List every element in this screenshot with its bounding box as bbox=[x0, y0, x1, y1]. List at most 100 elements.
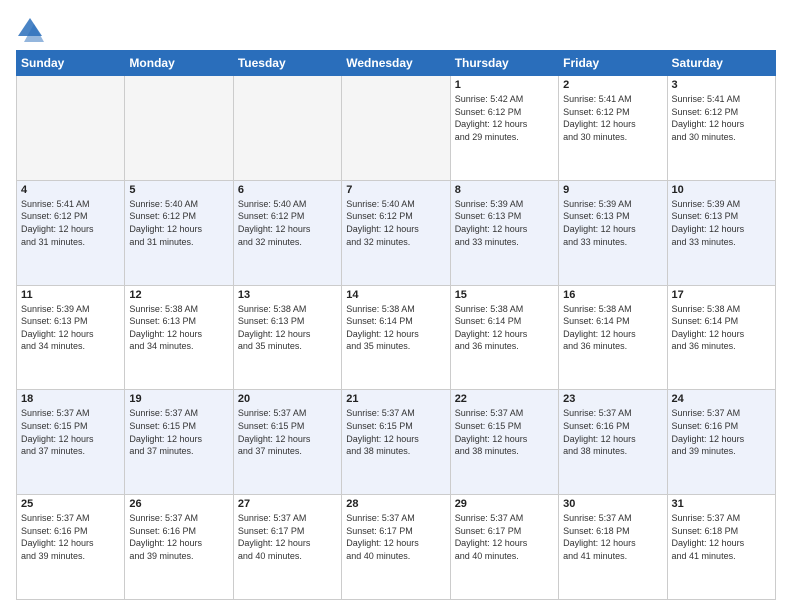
day-number: 27 bbox=[238, 498, 337, 510]
day-number: 28 bbox=[346, 498, 445, 510]
day-info: Sunrise: 5:42 AM Sunset: 6:12 PM Dayligh… bbox=[455, 93, 554, 143]
page: SundayMondayTuesdayWednesdayThursdayFrid… bbox=[0, 0, 792, 612]
calendar-cell: 21Sunrise: 5:37 AM Sunset: 6:15 PM Dayli… bbox=[342, 390, 450, 495]
day-number: 4 bbox=[21, 184, 120, 196]
logo-icon bbox=[16, 16, 44, 44]
calendar-body: 1 Sunrise: 5:42 AM Sunset: 6:12 PM Daylig… bbox=[17, 76, 776, 600]
day-info: Sunrise: 5:37 AM Sunset: 6:16 PM Dayligh… bbox=[563, 407, 662, 457]
day-number: 25 bbox=[21, 498, 120, 510]
day-number: 3 bbox=[672, 79, 771, 91]
calendar-cell: 2 Sunrise: 5:41 AM Sunset: 6:12 PM Daylig… bbox=[559, 76, 667, 181]
day-info: Sunrise: 5:37 AM Sunset: 6:15 PM Dayligh… bbox=[21, 407, 120, 457]
calendar-week-2: 4 Sunrise: 5:41 AM Sunset: 6:12 PM Daylig… bbox=[17, 180, 776, 285]
day-number: 2 bbox=[563, 79, 662, 91]
calendar-cell: 22Sunrise: 5:37 AM Sunset: 6:15 PM Dayli… bbox=[450, 390, 558, 495]
day-number: 19 bbox=[129, 393, 228, 405]
header-day-tuesday: Tuesday bbox=[233, 51, 341, 76]
header-day-friday: Friday bbox=[559, 51, 667, 76]
calendar-cell: 1 Sunrise: 5:42 AM Sunset: 6:12 PM Daylig… bbox=[450, 76, 558, 181]
day-number: 10 bbox=[672, 184, 771, 196]
calendar-cell: 6 Sunrise: 5:40 AM Sunset: 6:12 PM Daylig… bbox=[233, 180, 341, 285]
day-info: Sunrise: 5:37 AM Sunset: 6:17 PM Dayligh… bbox=[238, 512, 337, 562]
calendar-cell: 23 Sunrise: 5:37 AM Sunset: 6:16 PM Dayli… bbox=[559, 390, 667, 495]
day-info: Sunrise: 5:39 AM Sunset: 6:13 PM Dayligh… bbox=[672, 198, 771, 248]
calendar-cell: 17 Sunrise: 5:38 AM Sunset: 6:14 PM Dayli… bbox=[667, 285, 775, 390]
day-info: Sunrise: 5:38 AM Sunset: 6:14 PM Dayligh… bbox=[346, 303, 445, 353]
day-number: 7 bbox=[346, 184, 445, 196]
day-info: Sunrise: 5:37 AM Sunset: 6:17 PM Dayligh… bbox=[455, 512, 554, 562]
day-info: Sunrise: 5:40 AM Sunset: 6:12 PM Dayligh… bbox=[129, 198, 228, 248]
calendar-cell: 24 Sunrise: 5:37 AM Sunset: 6:16 PM Dayli… bbox=[667, 390, 775, 495]
day-info: Sunrise: 5:37 AM Sunset: 6:16 PM Dayligh… bbox=[129, 512, 228, 562]
calendar-cell: 11Sunrise: 5:39 AM Sunset: 6:13 PM Dayli… bbox=[17, 285, 125, 390]
day-info: Sunrise: 5:37 AM Sunset: 6:17 PM Dayligh… bbox=[346, 512, 445, 562]
day-info: Sunrise: 5:38 AM Sunset: 6:14 PM Dayligh… bbox=[563, 303, 662, 353]
day-number: 18 bbox=[21, 393, 120, 405]
day-number: 21 bbox=[346, 393, 445, 405]
calendar-cell: 5 Sunrise: 5:40 AM Sunset: 6:12 PM Daylig… bbox=[125, 180, 233, 285]
day-info: Sunrise: 5:38 AM Sunset: 6:14 PM Dayligh… bbox=[672, 303, 771, 353]
calendar-cell: 30 Sunrise: 5:37 AM Sunset: 6:18 PM Dayli… bbox=[559, 495, 667, 600]
day-info: Sunrise: 5:39 AM Sunset: 6:13 PM Dayligh… bbox=[563, 198, 662, 248]
day-number: 23 bbox=[563, 393, 662, 405]
calendar-week-4: 18 Sunrise: 5:37 AM Sunset: 6:15 PM Dayli… bbox=[17, 390, 776, 495]
day-info: Sunrise: 5:37 AM Sunset: 6:15 PM Dayligh… bbox=[129, 407, 228, 457]
calendar-cell: 29Sunrise: 5:37 AM Sunset: 6:17 PM Dayli… bbox=[450, 495, 558, 600]
header-day-wednesday: Wednesday bbox=[342, 51, 450, 76]
calendar-cell bbox=[342, 76, 450, 181]
day-number: 9 bbox=[563, 184, 662, 196]
calendar-cell: 19 Sunrise: 5:37 AM Sunset: 6:15 PM Dayli… bbox=[125, 390, 233, 495]
day-number: 31 bbox=[672, 498, 771, 510]
calendar-cell: 25 Sunrise: 5:37 AM Sunset: 6:16 PM Dayli… bbox=[17, 495, 125, 600]
day-info: Sunrise: 5:40 AM Sunset: 6:12 PM Dayligh… bbox=[238, 198, 337, 248]
calendar-cell bbox=[125, 76, 233, 181]
calendar-cell: 15Sunrise: 5:38 AM Sunset: 6:14 PM Dayli… bbox=[450, 285, 558, 390]
day-number: 6 bbox=[238, 184, 337, 196]
day-number: 17 bbox=[672, 289, 771, 301]
day-info: Sunrise: 5:39 AM Sunset: 6:13 PM Dayligh… bbox=[455, 198, 554, 248]
calendar-cell: 10 Sunrise: 5:39 AM Sunset: 6:13 PM Dayli… bbox=[667, 180, 775, 285]
calendar-cell: 12 Sunrise: 5:38 AM Sunset: 6:13 PM Dayli… bbox=[125, 285, 233, 390]
day-info: Sunrise: 5:41 AM Sunset: 6:12 PM Dayligh… bbox=[672, 93, 771, 143]
day-number: 11 bbox=[21, 289, 120, 301]
day-info: Sunrise: 5:37 AM Sunset: 6:15 PM Dayligh… bbox=[455, 407, 554, 457]
calendar-cell: 3 Sunrise: 5:41 AM Sunset: 6:12 PM Daylig… bbox=[667, 76, 775, 181]
day-number: 16 bbox=[563, 289, 662, 301]
day-info: Sunrise: 5:41 AM Sunset: 6:12 PM Dayligh… bbox=[21, 198, 120, 248]
calendar-cell bbox=[17, 76, 125, 181]
day-number: 26 bbox=[129, 498, 228, 510]
day-number: 24 bbox=[672, 393, 771, 405]
day-number: 14 bbox=[346, 289, 445, 301]
day-info: Sunrise: 5:37 AM Sunset: 6:18 PM Dayligh… bbox=[563, 512, 662, 562]
day-number: 5 bbox=[129, 184, 228, 196]
calendar-week-5: 25 Sunrise: 5:37 AM Sunset: 6:16 PM Dayli… bbox=[17, 495, 776, 600]
day-info: Sunrise: 5:37 AM Sunset: 6:16 PM Dayligh… bbox=[21, 512, 120, 562]
day-number: 1 bbox=[455, 79, 554, 91]
day-info: Sunrise: 5:41 AM Sunset: 6:12 PM Dayligh… bbox=[563, 93, 662, 143]
calendar-cell: 26 Sunrise: 5:37 AM Sunset: 6:16 PM Dayli… bbox=[125, 495, 233, 600]
day-number: 30 bbox=[563, 498, 662, 510]
calendar-cell: 16 Sunrise: 5:38 AM Sunset: 6:14 PM Dayli… bbox=[559, 285, 667, 390]
header-row: SundayMondayTuesdayWednesdayThursdayFrid… bbox=[17, 51, 776, 76]
calendar-cell: 18 Sunrise: 5:37 AM Sunset: 6:15 PM Dayli… bbox=[17, 390, 125, 495]
day-number: 12 bbox=[129, 289, 228, 301]
header-day-saturday: Saturday bbox=[667, 51, 775, 76]
calendar-cell bbox=[233, 76, 341, 181]
calendar-cell: 4 Sunrise: 5:41 AM Sunset: 6:12 PM Daylig… bbox=[17, 180, 125, 285]
day-number: 20 bbox=[238, 393, 337, 405]
day-info: Sunrise: 5:37 AM Sunset: 6:15 PM Dayligh… bbox=[238, 407, 337, 457]
calendar-table: SundayMondayTuesdayWednesdayThursdayFrid… bbox=[16, 50, 776, 600]
day-number: 13 bbox=[238, 289, 337, 301]
calendar-week-3: 11Sunrise: 5:39 AM Sunset: 6:13 PM Dayli… bbox=[17, 285, 776, 390]
header-day-monday: Monday bbox=[125, 51, 233, 76]
day-info: Sunrise: 5:38 AM Sunset: 6:13 PM Dayligh… bbox=[129, 303, 228, 353]
header bbox=[16, 12, 776, 44]
header-day-sunday: Sunday bbox=[17, 51, 125, 76]
calendar-cell: 31Sunrise: 5:37 AM Sunset: 6:18 PM Dayli… bbox=[667, 495, 775, 600]
logo bbox=[16, 16, 48, 44]
day-info: Sunrise: 5:37 AM Sunset: 6:16 PM Dayligh… bbox=[672, 407, 771, 457]
day-info: Sunrise: 5:38 AM Sunset: 6:13 PM Dayligh… bbox=[238, 303, 337, 353]
calendar-cell: 20 Sunrise: 5:37 AM Sunset: 6:15 PM Dayli… bbox=[233, 390, 341, 495]
calendar-cell: 28 Sunrise: 5:37 AM Sunset: 6:17 PM Dayli… bbox=[342, 495, 450, 600]
day-info: Sunrise: 5:40 AM Sunset: 6:12 PM Dayligh… bbox=[346, 198, 445, 248]
